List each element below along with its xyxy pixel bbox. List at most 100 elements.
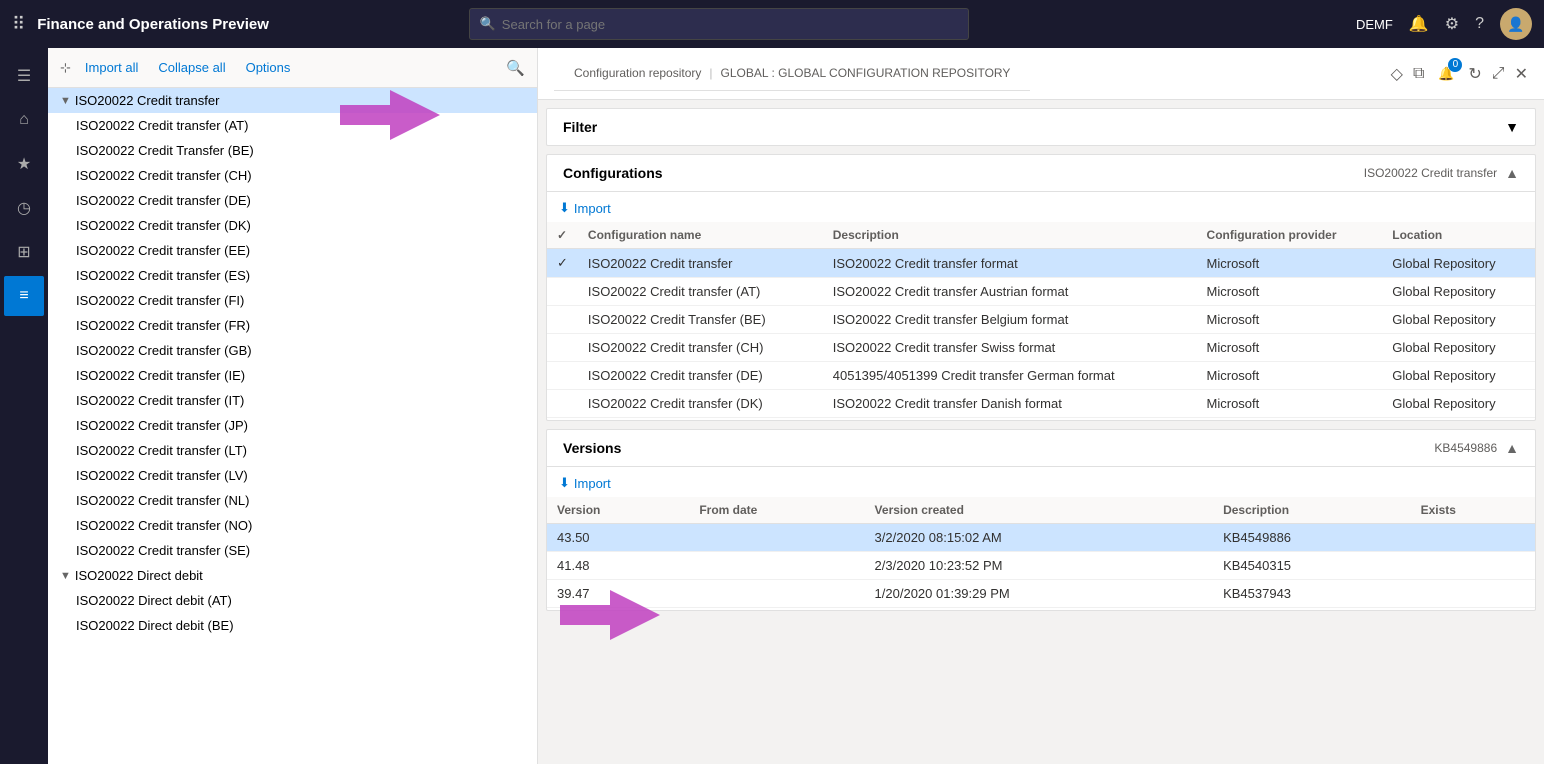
avatar[interactable]: 👤: [1500, 8, 1532, 40]
tree-item[interactable]: ISO20022 Credit transfer (FR): [48, 313, 537, 338]
from-date-cell: [689, 524, 864, 552]
home-icon[interactable]: ⌂: [4, 100, 44, 140]
breadcrumb-path: GLOBAL : GLOBAL CONFIGURATION REPOSITORY: [721, 66, 1011, 80]
table-row[interactable]: ISO20022 Credit transfer (CH) ISO20022 C…: [547, 334, 1535, 362]
table-row[interactable]: ISO20022 Credit Transfer (BE) ISO20022 C…: [547, 306, 1535, 334]
tree-item[interactable]: ISO20022 Credit transfer (NO): [48, 513, 537, 538]
tree-item-label: ISO20022 Direct debit (BE): [76, 618, 234, 633]
table-row[interactable]: ISO20022 Credit transfer (AT) ISO20022 C…: [547, 278, 1535, 306]
table-row[interactable]: ISO20022 Credit transfer (DK) ISO20022 C…: [547, 390, 1535, 418]
tree-item[interactable]: ISO20022 Credit transfer (NL): [48, 488, 537, 513]
config-name-cell: ISO20022 Credit transfer (AT): [578, 278, 823, 306]
provider-cell: Microsoft: [1197, 278, 1383, 306]
versions-section-header: Versions KB4549886 ▲: [547, 430, 1535, 467]
tree-item-label: ISO20022 Credit transfer (ES): [76, 268, 250, 283]
tree-item[interactable]: ISO20022 Credit transfer (AT): [48, 113, 537, 138]
exists-cell: [1411, 524, 1535, 552]
tree-item[interactable]: ISO20022 Credit transfer (LT): [48, 438, 537, 463]
expand-icon[interactable]: ⧉: [1413, 65, 1424, 83]
description-cell: ISO20022 Credit transfer Danish format: [823, 390, 1197, 418]
tree-item-label: ISO20022 Credit transfer (DK): [76, 218, 251, 233]
resize-icon[interactable]: ⤢: [1492, 65, 1505, 83]
configurations-title: Configurations: [563, 165, 663, 181]
tree-item[interactable]: ▼ISO20022 Direct debit: [48, 563, 537, 588]
close-icon[interactable]: ✕: [1515, 64, 1528, 84]
tree-item[interactable]: ISO20022 Credit transfer (IT): [48, 388, 537, 413]
tree-item[interactable]: ISO20022 Credit Transfer (BE): [48, 138, 537, 163]
version-created-cell: 1/20/2020 01:39:29 PM: [865, 580, 1214, 608]
table-row[interactable]: 39.47 1/20/2020 01:39:29 PM KB4537943: [547, 580, 1535, 608]
tree-item-label: ISO20022 Credit transfer (CH): [76, 168, 252, 183]
configurations-table-header: ✓ Configuration name Description Configu…: [547, 222, 1535, 249]
table-row[interactable]: ✓ ISO20022 Credit transfer ISO20022 Cred…: [547, 249, 1535, 278]
refresh-icon[interactable]: ↻: [1468, 64, 1481, 84]
search-input[interactable]: [502, 17, 958, 32]
description-cell: KB4537943: [1213, 580, 1411, 608]
import-all-button[interactable]: Import all: [79, 56, 144, 79]
tree-item[interactable]: ISO20022 Credit transfer (ES): [48, 263, 537, 288]
chevron-icon: ▼: [60, 570, 71, 582]
tree-item[interactable]: ISO20022 Credit transfer (CH): [48, 163, 537, 188]
configurations-table: ✓ Configuration name Description Configu…: [547, 222, 1535, 418]
clock-icon[interactable]: ◷: [4, 188, 44, 228]
tree-item[interactable]: ISO20022 Credit transfer (SE): [48, 538, 537, 563]
configurations-import-button[interactable]: ⬇ Import: [547, 194, 1535, 222]
tree-search-icon[interactable]: 🔍: [506, 59, 525, 77]
location-cell: Global Repository: [1382, 334, 1535, 362]
tree-item[interactable]: ISO20022 Direct debit (BE): [48, 613, 537, 638]
from-date-cell: [689, 552, 864, 580]
tree-item-label: ISO20022 Credit transfer (JP): [76, 418, 248, 433]
description-cell: 4051395/4051399 Credit transfer German f…: [823, 362, 1197, 390]
tree-item-label: ISO20022 Credit transfer (EE): [76, 243, 250, 258]
check-cell: [547, 390, 578, 418]
version-cell: 39.47: [547, 580, 689, 608]
help-icon[interactable]: ?: [1475, 15, 1484, 33]
tree-item-label: ISO20022 Credit transfer (IT): [76, 393, 244, 408]
grid-menu-icon[interactable]: ⠿: [12, 14, 25, 35]
star-icon[interactable]: ★: [4, 144, 44, 184]
tree-item-label: ISO20022 Credit transfer (GB): [76, 343, 252, 358]
filter-collapse-button[interactable]: ▼: [1505, 119, 1519, 135]
table-row[interactable]: ISO20022 Credit transfer (DE) 4051395/40…: [547, 362, 1535, 390]
versions-import-button[interactable]: ⬇ Import: [547, 469, 1535, 497]
list-icon[interactable]: ≡: [4, 276, 44, 316]
table-row[interactable]: 43.50 3/2/2020 08:15:02 AM KB4549886: [547, 524, 1535, 552]
location-cell: Global Repository: [1382, 278, 1535, 306]
config-name-header: Configuration name: [578, 222, 823, 249]
tree-item[interactable]: ISO20022 Credit transfer (IE): [48, 363, 537, 388]
breadcrumb-repository: Configuration repository: [574, 66, 701, 80]
notification-badge-button[interactable]: 🔔 0: [1434, 62, 1458, 86]
filter-icon[interactable]: ⊹: [60, 60, 71, 76]
table-row[interactable]: 41.48 2/3/2020 10:23:52 PM KB4540315: [547, 552, 1535, 580]
global-search[interactable]: 🔍: [469, 8, 969, 40]
config-name-cell: ISO20022 Credit Transfer (BE): [578, 306, 823, 334]
configurations-collapse-button[interactable]: ▲: [1505, 165, 1519, 181]
grid-icon[interactable]: ⊞: [4, 232, 44, 272]
main-content: Configuration repository | GLOBAL : GLOB…: [538, 48, 1544, 764]
check-cell: ✓: [547, 249, 578, 278]
tree-item[interactable]: ISO20022 Credit transfer (FI): [48, 288, 537, 313]
diamond-icon[interactable]: ◇: [1391, 64, 1403, 84]
tree-item[interactable]: ISO20022 Credit transfer (EE): [48, 238, 537, 263]
tree-item[interactable]: ISO20022 Credit transfer (LV): [48, 463, 537, 488]
settings-icon[interactable]: ⚙: [1445, 14, 1459, 34]
tree-item-label: ISO20022 Credit transfer (FR): [76, 318, 250, 333]
provider-cell: Microsoft: [1197, 306, 1383, 334]
hamburger-icon[interactable]: ☰: [4, 56, 44, 96]
tree-item[interactable]: ISO20022 Credit transfer (JP): [48, 413, 537, 438]
tree-item[interactable]: ISO20022 Credit transfer (GB): [48, 338, 537, 363]
notification-icon[interactable]: 🔔: [1409, 14, 1429, 34]
tree-item[interactable]: ▼ISO20022 Credit transfer: [48, 88, 537, 113]
versions-title: Versions: [563, 440, 621, 456]
tree-item[interactable]: ISO20022 Credit transfer (DK): [48, 213, 537, 238]
options-button[interactable]: Options: [240, 56, 297, 79]
tree-item[interactable]: ISO20022 Credit transfer (DE): [48, 188, 537, 213]
tree-item-label: ISO20022 Credit transfer (NO): [76, 518, 252, 533]
check-column-header: ✓: [547, 222, 578, 249]
from-date-col-header: From date: [689, 497, 864, 524]
versions-collapse-button[interactable]: ▲: [1505, 440, 1519, 456]
tree-item[interactable]: ISO20022 Direct debit (AT): [48, 588, 537, 613]
collapse-all-button[interactable]: Collapse all: [152, 56, 231, 79]
config-name-cell: ISO20022 Credit transfer (DK): [578, 390, 823, 418]
location-cell: Global Repository: [1382, 390, 1535, 418]
